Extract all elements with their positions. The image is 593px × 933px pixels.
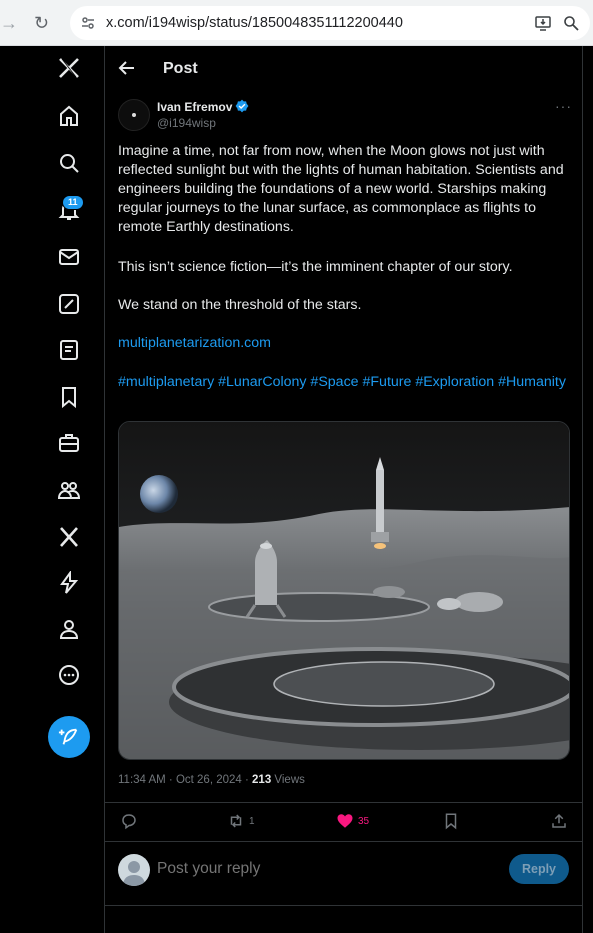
post-image[interactable] xyxy=(118,421,570,760)
bookmarks-icon[interactable] xyxy=(57,385,81,409)
reload-icon[interactable]: ↻ xyxy=(34,12,49,34)
sidebar: 11 xyxy=(0,46,105,933)
bookmark-icon xyxy=(445,813,457,830)
notifications-badge: 11 xyxy=(62,195,84,210)
browser-back-icon[interactable]: → xyxy=(0,12,18,34)
communities-icon[interactable] xyxy=(57,478,81,502)
bookmark-button[interactable] xyxy=(442,812,460,830)
user-avatar[interactable] xyxy=(118,854,150,886)
like-button[interactable]: 35 xyxy=(336,812,369,830)
post-paragraph: We stand on the threshold of the stars. xyxy=(118,297,362,313)
compose-post-button[interactable] xyxy=(48,716,90,758)
site-settings-icon[interactable] xyxy=(80,15,96,31)
retweet-icon xyxy=(230,814,242,828)
post-timestamp[interactable]: 11:34 AM · Oct 26, 2024 · xyxy=(118,774,252,786)
author-name[interactable]: Ivan Efremov xyxy=(157,100,232,114)
back-arrow-icon[interactable] xyxy=(117,58,137,78)
post-meta: 11:34 AM · Oct 26, 2024 · 213 Views xyxy=(118,774,305,786)
home-icon[interactable] xyxy=(57,104,81,128)
browser-toolbar: → ↻ x.com/i194wisp/status/18500483511122… xyxy=(0,0,593,46)
search-icon[interactable] xyxy=(57,151,81,175)
post-actions: 1 35 xyxy=(105,802,583,842)
author-handle[interactable]: @i194wisp xyxy=(157,116,216,130)
verified-badge-icon[interactable] xyxy=(235,99,249,113)
address-bar[interactable]: x.com/i194wisp/status/185004835111220044… xyxy=(70,6,590,40)
install-app-icon[interactable] xyxy=(534,14,552,32)
reply-input[interactable] xyxy=(157,860,437,878)
reply-button[interactable] xyxy=(120,812,138,830)
like-count: 35 xyxy=(358,815,370,827)
retweet-button[interactable]: 1 xyxy=(227,812,255,830)
grok-icon[interactable] xyxy=(57,292,81,316)
author-avatar[interactable] xyxy=(118,99,150,131)
views-count: 213 xyxy=(252,774,272,786)
post-header: Post xyxy=(105,46,583,90)
url-text[interactable]: x.com/i194wisp/status/185004835111220044… xyxy=(106,15,403,31)
premium-icon[interactable] xyxy=(57,525,81,549)
reply-composer: Reply xyxy=(105,842,583,906)
jobs-icon[interactable] xyxy=(57,431,81,455)
default-avatar-icon xyxy=(123,861,145,886)
retweet-count: 1 xyxy=(249,815,255,827)
verified-orgs-icon[interactable] xyxy=(57,571,81,595)
post-detail: Post Ivan Efremov @i194wisp ··· Imagine … xyxy=(105,46,583,933)
page-title: Post xyxy=(163,60,198,77)
post-paragraph: This isn’t science fiction—it’s the immi… xyxy=(118,259,513,275)
profile-icon[interactable] xyxy=(57,617,81,641)
messages-icon[interactable] xyxy=(57,245,81,269)
share-button[interactable] xyxy=(550,812,568,830)
lunar-base-illustration xyxy=(119,422,569,759)
x-logo-icon[interactable] xyxy=(57,56,81,80)
reply-icon xyxy=(122,814,136,830)
reply-submit-button[interactable]: Reply xyxy=(509,854,569,884)
more-icon[interactable] xyxy=(57,663,81,687)
heart-icon xyxy=(337,814,353,828)
post-paragraph: Imagine a time, not far from now, when t… xyxy=(118,143,564,235)
post-link[interactable]: multiplanetarization.com xyxy=(118,334,576,353)
more-options-icon[interactable]: ··· xyxy=(555,98,572,114)
post-hashtags[interactable]: #multiplanetary #LunarColony #Space #Fut… xyxy=(118,373,576,392)
views-label: Views xyxy=(271,774,305,786)
feather-plus-icon xyxy=(58,728,78,745)
lists-icon[interactable] xyxy=(57,338,81,362)
share-icon xyxy=(552,813,566,828)
zoom-icon[interactable] xyxy=(562,14,580,32)
